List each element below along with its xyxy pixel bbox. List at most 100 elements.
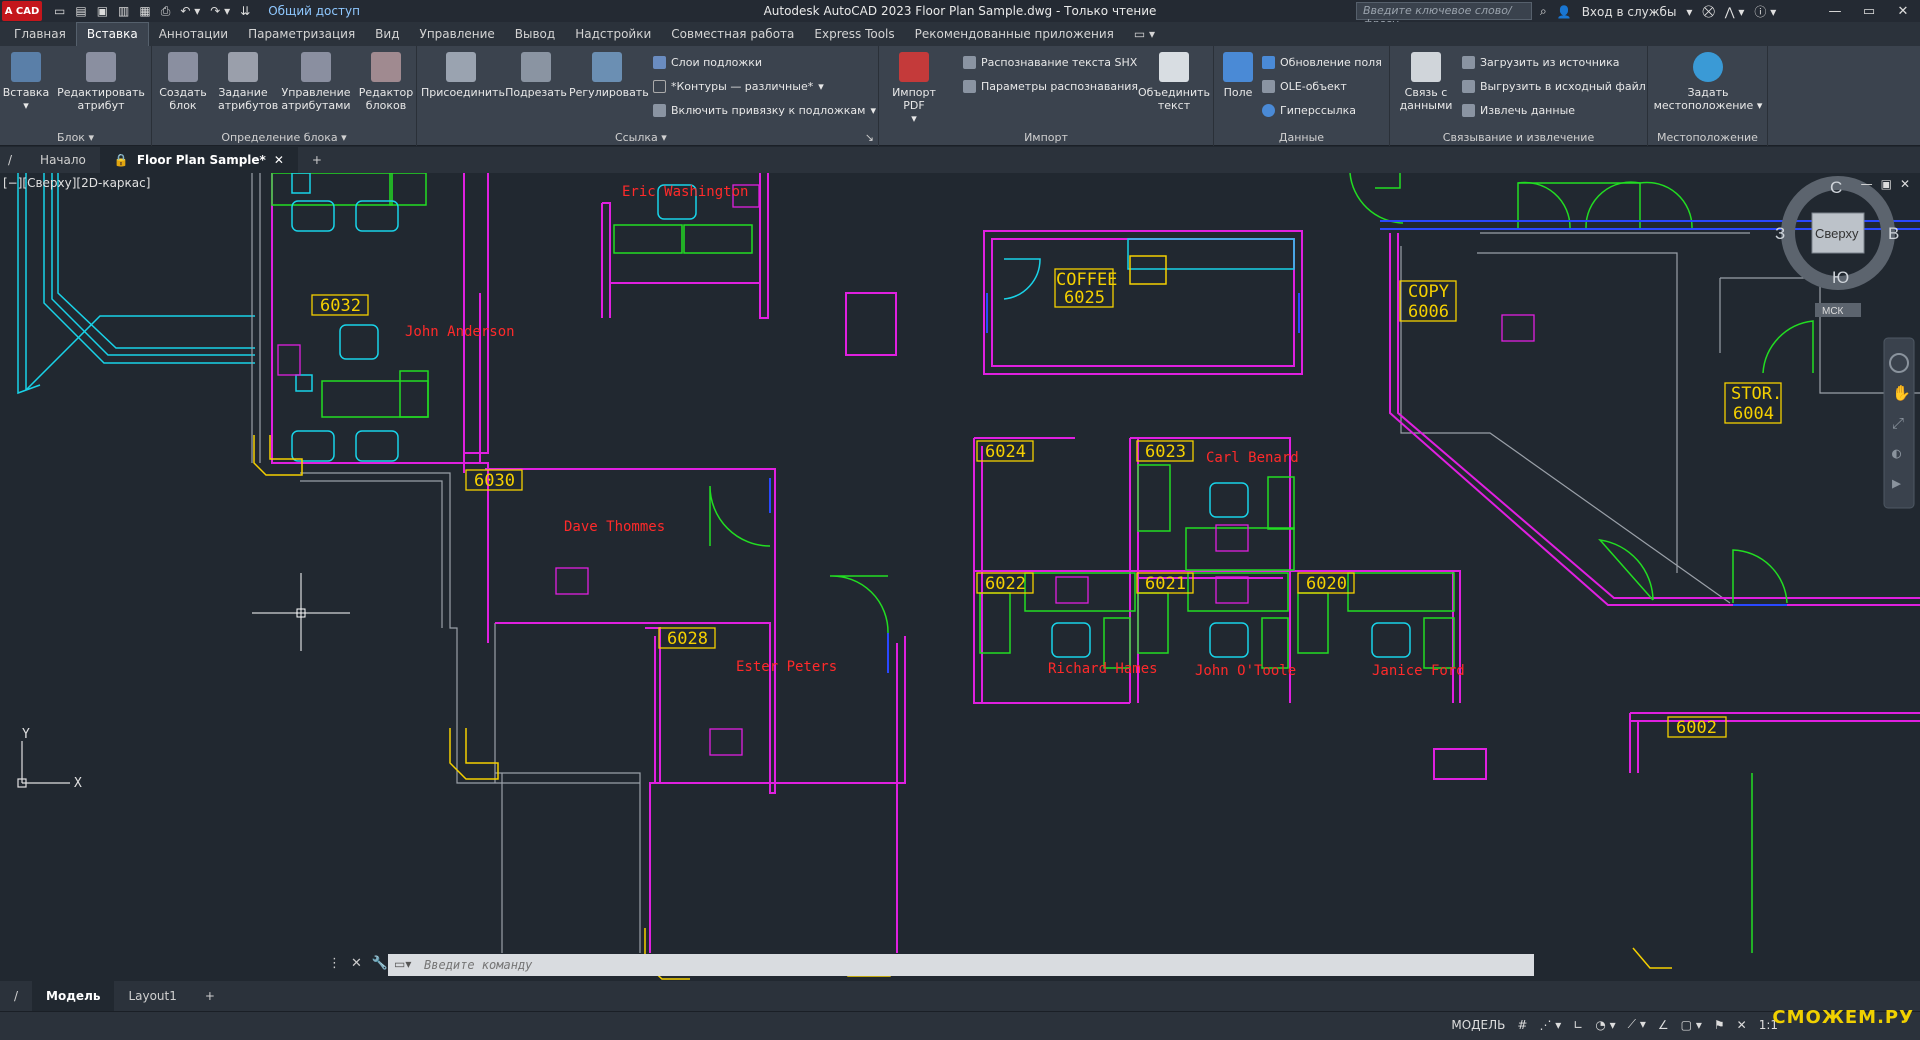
orbit-icon[interactable]: ◐ bbox=[1892, 444, 1901, 462]
search-input[interactable]: Введите ключевое слово/фразу bbox=[1356, 2, 1532, 30]
tab-floor-plan[interactable]: 🔒 Floor Plan Sample* ✕ bbox=[99, 147, 298, 173]
create-block-button[interactable]: Создать блок bbox=[158, 52, 208, 112]
save-as-icon[interactable]: ▥ bbox=[118, 4, 129, 18]
print-icon[interactable]: ⎙ bbox=[161, 4, 171, 19]
tab-output[interactable]: Вывод bbox=[505, 23, 565, 46]
signin-button[interactable]: Вход в службы bbox=[1582, 5, 1677, 19]
viewcube-east[interactable]: В bbox=[1888, 224, 1899, 243]
tab-view[interactable]: Вид bbox=[365, 23, 409, 46]
undo-icon[interactable]: ↶ ▾ bbox=[180, 4, 200, 18]
ole-object-button[interactable]: OLE-объект bbox=[1262, 80, 1347, 93]
tab-express-tools[interactable]: Express Tools bbox=[804, 23, 904, 46]
minimize-icon[interactable]: — bbox=[1818, 0, 1852, 22]
viewport-restore-icon[interactable]: ▣ bbox=[1881, 177, 1892, 191]
command-grip-icon[interactable]: ⋮ bbox=[328, 956, 341, 971]
chevron-down-icon[interactable]: ▾ bbox=[1686, 5, 1692, 19]
user-icon[interactable]: 👤 bbox=[1557, 5, 1572, 19]
viewcube-north[interactable]: С bbox=[1830, 178, 1842, 197]
grid-icon[interactable]: # bbox=[1517, 1018, 1527, 1032]
cart-icon[interactable]: ⛒ bbox=[1702, 4, 1714, 19]
drawing-canvas[interactable]: 6032 6030 6028 COFFEE 6025 6024 6023 602… bbox=[0, 173, 1920, 981]
tab-collaborate[interactable]: Совместная работа bbox=[661, 23, 804, 46]
tab-annotate[interactable]: Аннотации bbox=[149, 23, 238, 46]
object-snap-tracking-icon[interactable]: ∠ bbox=[1658, 1018, 1669, 1032]
add-layout-button[interactable]: + bbox=[191, 981, 229, 1011]
command-close-icon[interactable]: ✕ bbox=[351, 956, 362, 971]
search-icon[interactable]: ⌕ bbox=[1540, 4, 1547, 19]
close-tab-icon[interactable]: ✕ bbox=[274, 153, 284, 167]
ucs-menu-label: МСК bbox=[1822, 306, 1844, 317]
update-fields-button[interactable]: Обновление поля bbox=[1262, 56, 1382, 69]
manage-attributes-button[interactable]: Управление атрибутами bbox=[280, 52, 352, 112]
tab-model[interactable]: Модель bbox=[32, 981, 115, 1011]
extract-data-button[interactable]: Извлечь данные bbox=[1462, 104, 1575, 117]
snap-mode-icon[interactable]: ⋰ ▾ bbox=[1539, 1018, 1561, 1032]
panel-block-definition-title[interactable]: Определение блока ▾ bbox=[152, 131, 416, 144]
share-button[interactable]: Общий доступ bbox=[268, 4, 360, 18]
underlay-layers-button[interactable]: Слои подложки bbox=[653, 56, 762, 69]
tab-addins[interactable]: Надстройки bbox=[565, 23, 661, 46]
save-icon[interactable]: ▣ bbox=[97, 4, 108, 18]
command-input[interactable] bbox=[388, 958, 1488, 972]
polar-tracking-icon[interactable]: ◔ ▾ bbox=[1595, 1018, 1615, 1032]
command-history-icon[interactable]: ▭▾ bbox=[394, 957, 411, 971]
viewcube-south[interactable]: Ю bbox=[1832, 268, 1849, 287]
insert-block-button[interactable]: Вставка ▾ bbox=[2, 52, 50, 112]
customize-qat-icon[interactable]: ⇊ bbox=[240, 4, 250, 18]
viewport-close-icon[interactable]: ✕ bbox=[1900, 177, 1910, 191]
web-save-icon[interactable]: ▦ bbox=[139, 4, 150, 18]
clip-button[interactable]: Подрезать bbox=[505, 52, 567, 99]
new-file-icon[interactable]: ▭ bbox=[54, 4, 65, 18]
command-customize-icon[interactable]: 🔧 bbox=[372, 956, 388, 971]
snap-underlays-dropdown[interactable]: Включить привязку к подложкам ▾ bbox=[653, 104, 876, 117]
combine-text-button[interactable]: Объединить текст bbox=[1137, 52, 1211, 112]
tab-home[interactable]: Главная bbox=[4, 23, 76, 46]
edit-attribute-button[interactable]: Редактировать атрибут bbox=[54, 52, 148, 112]
field-button[interactable]: Поле bbox=[1218, 52, 1258, 99]
autocad-logo-icon[interactable]: A CAD bbox=[2, 1, 42, 21]
open-file-icon[interactable]: ▤ bbox=[75, 4, 86, 18]
tab-featured-apps[interactable]: Рекомендованные приложения bbox=[905, 23, 1124, 46]
isodraft-icon[interactable]: ⟋ ▾ bbox=[1628, 1017, 1646, 1032]
tabs-menu-icon[interactable]: / bbox=[0, 147, 26, 173]
attach-button[interactable]: Присоединить bbox=[421, 52, 505, 99]
define-attributes-button[interactable]: Задание атрибутов bbox=[218, 52, 278, 112]
tab-layout1[interactable]: Layout1 bbox=[114, 981, 190, 1011]
recognize-shx-button[interactable]: Распознавание текста SHX bbox=[963, 56, 1137, 69]
autoscale-icon[interactable]: ✕ bbox=[1737, 1018, 1747, 1032]
object-snap-icon[interactable]: ▢ ▾ bbox=[1681, 1018, 1702, 1032]
download-from-source-button[interactable]: Загрузить из источника bbox=[1462, 56, 1620, 69]
layout-tabs-menu[interactable]: / bbox=[0, 981, 32, 1011]
frames-dropdown[interactable]: *Контуры — различные* ▾ bbox=[653, 80, 824, 93]
close-icon[interactable]: ✕ bbox=[1886, 0, 1920, 22]
viewport-minimize-icon[interactable]: — bbox=[1861, 177, 1873, 191]
tab-manage[interactable]: Управление bbox=[410, 23, 505, 46]
maximize-icon[interactable]: ▭ bbox=[1852, 0, 1886, 22]
import-pdf-button[interactable]: Импорт PDF ▾ bbox=[885, 52, 943, 125]
tab-insert[interactable]: Вставка bbox=[75, 22, 149, 46]
tab-start[interactable]: Начало bbox=[26, 147, 100, 173]
recognition-settings-button[interactable]: Параметры распознавания bbox=[963, 80, 1138, 93]
help-icon[interactable]: ⓘ ▾ bbox=[1754, 3, 1776, 20]
set-location-button[interactable]: Задать местоположение ▾ bbox=[1652, 52, 1764, 112]
viewport-controls-label[interactable]: [−][Сверху][2D-каркас] bbox=[3, 176, 150, 190]
autodesk-app-icon[interactable]: ⋀ ▾ bbox=[1725, 5, 1745, 19]
adjust-button[interactable]: Регулировать bbox=[569, 52, 649, 99]
ortho-icon[interactable]: ∟ bbox=[1573, 1018, 1583, 1032]
redo-icon[interactable]: ↷ ▾ bbox=[210, 4, 230, 18]
block-editor-button[interactable]: Редактор блоков bbox=[358, 52, 414, 112]
showmotion-icon[interactable]: ▶ bbox=[1892, 474, 1901, 492]
ribbon-options-icon[interactable]: ▭ ▾ bbox=[1124, 23, 1165, 46]
panel-block-title[interactable]: Блок ▾ bbox=[0, 131, 151, 144]
model-space-toggle[interactable]: МОДЕЛЬ bbox=[1451, 1018, 1505, 1032]
pan-icon[interactable]: ✋ bbox=[1892, 384, 1911, 402]
hyperlink-button[interactable]: Гиперссылка bbox=[1262, 104, 1356, 117]
annotation-visibility-icon[interactable]: ⚑ bbox=[1714, 1018, 1725, 1032]
data-link-button[interactable]: Связь с данными bbox=[1394, 52, 1458, 112]
viewcube-west[interactable]: З bbox=[1775, 224, 1785, 243]
tab-parametric[interactable]: Параметризация bbox=[238, 23, 365, 46]
zoom-extents-icon[interactable]: ⤢ bbox=[1892, 414, 1905, 432]
panel-reference-title[interactable]: Ссылка ▾ ↘ bbox=[417, 131, 878, 144]
new-tab-button[interactable]: + bbox=[298, 147, 336, 173]
upload-to-source-button[interactable]: Выгрузить в исходный файл bbox=[1462, 80, 1646, 93]
